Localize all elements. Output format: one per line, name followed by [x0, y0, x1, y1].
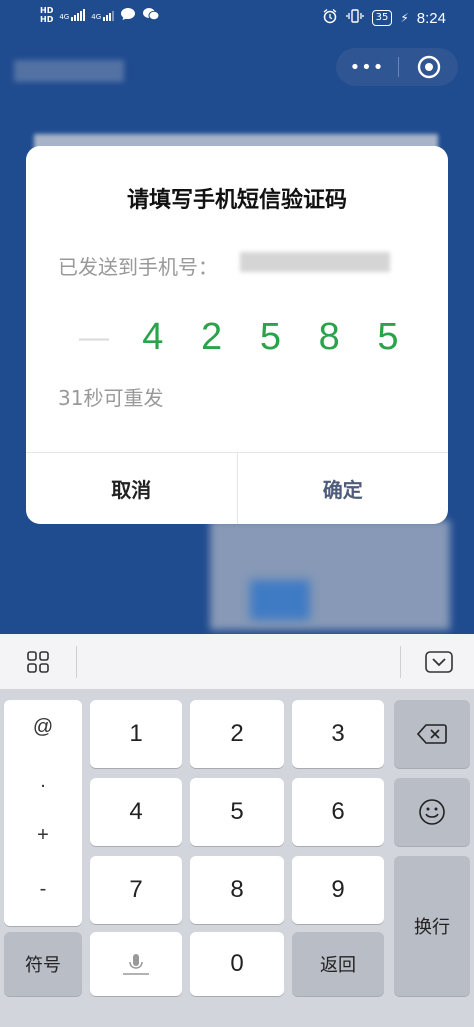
signal-icon: 4G — [59, 9, 86, 21]
key-7[interactable]: 7 — [90, 856, 182, 924]
dialog-buttons: 取消 确定 — [26, 452, 448, 524]
sent-to-label: 已发送到手机号： — [58, 255, 218, 279]
battery-indicator: 35 — [371, 10, 393, 26]
code-input[interactable]: — 4 2 5 8 5 — [66, 316, 416, 359]
code-digit-2[interactable]: 4 — [125, 316, 181, 359]
code-digit-1[interactable]: — — [66, 321, 122, 355]
clock: 8:24 — [416, 9, 446, 27]
dialog-title: 请填写手机短信验证码 — [126, 188, 347, 213]
confirm-button[interactable]: 确定 — [238, 453, 449, 524]
keyboard-toolbar — [0, 634, 474, 690]
key-dot[interactable]: . — [4, 770, 82, 793]
code-digit-6[interactable]: 5 — [360, 316, 416, 359]
key-8[interactable]: 8 — [190, 856, 284, 924]
toolbar-divider — [76, 646, 77, 678]
voice-key[interactable] — [90, 932, 182, 996]
key-3[interactable]: 3 — [292, 700, 384, 768]
code-digit-5[interactable]: 8 — [301, 316, 357, 359]
key-0[interactable]: 0 — [190, 932, 284, 996]
cancel-button[interactable]: 取消 — [26, 453, 238, 524]
symbols-key[interactable]: 符号 — [4, 932, 82, 996]
more-button[interactable]: ••• — [336, 57, 398, 78]
emoji-key[interactable] — [394, 778, 470, 846]
symbol-column[interactable]: @ . + - — [4, 700, 82, 926]
key-at[interactable]: @ — [4, 716, 82, 739]
target-icon — [417, 55, 440, 79]
status-bar: HD HD 4G 4G 35 ⚡ 8:24 — [0, 0, 474, 36]
sms-verification-dialog: 请填写手机短信验证码 已发送到手机号： — 4 2 5 8 5 31秒可重发 取… — [26, 146, 448, 524]
smiley-icon — [419, 799, 445, 825]
enter-key[interactable]: 换行 — [394, 856, 470, 996]
key-minus[interactable]: - — [4, 878, 82, 901]
backspace-icon — [417, 724, 447, 744]
masked-phone-number — [240, 252, 390, 272]
key-5[interactable]: 5 — [190, 778, 284, 846]
back-key[interactable]: 返回 — [292, 932, 384, 996]
microphone-icon — [123, 954, 149, 975]
key-plus[interactable]: + — [4, 824, 82, 847]
key-4[interactable]: 4 — [90, 778, 182, 846]
key-1[interactable]: 1 — [90, 700, 182, 768]
signal-icon-2: 4G — [91, 9, 115, 21]
code-digit-3[interactable]: 2 — [184, 316, 240, 359]
blurred-content-block — [210, 520, 450, 630]
code-digit-4[interactable]: 5 — [242, 316, 298, 359]
key-6[interactable]: 6 — [292, 778, 384, 846]
miniprogram-capsule: ••• — [336, 48, 458, 86]
delete-key[interactable] — [394, 700, 470, 768]
message-icon — [120, 7, 136, 24]
numeric-keyboard: @ . + - 1 2 3 4 5 6 7 8 9 换行 符号 0 返回 — [0, 634, 474, 1027]
charging-icon: ⚡ — [400, 11, 409, 25]
key-2[interactable]: 2 — [190, 700, 284, 768]
vibrate-icon — [345, 8, 364, 28]
hd-indicator: HD HD — [40, 6, 54, 24]
close-button[interactable] — [399, 55, 458, 79]
alarm-icon — [322, 8, 338, 28]
key-9[interactable]: 9 — [292, 856, 384, 924]
grid-icon[interactable] — [26, 650, 50, 678]
blurred-content-accent — [250, 580, 310, 620]
toolbar-divider — [400, 646, 401, 678]
wechat-icon — [142, 7, 160, 24]
blurred-page-title — [14, 60, 124, 82]
collapse-keyboard-icon[interactable] — [424, 650, 454, 678]
resend-countdown: 31秒可重发 — [58, 386, 164, 410]
